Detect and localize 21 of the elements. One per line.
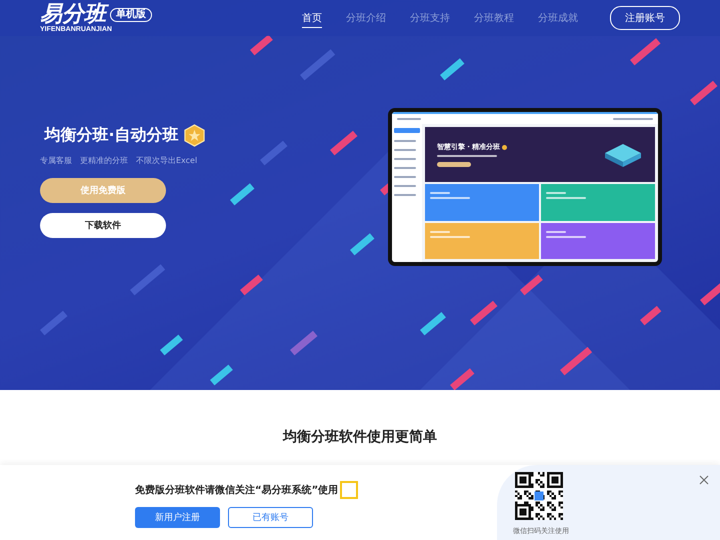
download-button[interactable]: 下载软件 <box>40 213 166 238</box>
section-heading: 均衡分班软件使用更简单 <box>282 428 438 446</box>
nav-link[interactable]: 分班支持 <box>410 8 450 28</box>
promo-message: 免费版分班软件请微信关注“易分班系统”使用 <box>135 483 338 497</box>
close-icon[interactable] <box>699 475 709 485</box>
highlight-frame <box>340 481 358 499</box>
nav-link[interactable]: 分班介绍 <box>346 8 386 28</box>
sidebar-button-shape <box>394 128 420 133</box>
nav-link[interactable]: 分班成就 <box>538 8 578 28</box>
feature-text: 不限次导出Excel <box>136 155 198 166</box>
star-medal-icon <box>182 124 206 147</box>
edition-badge: 单机版 <box>110 8 152 22</box>
login-button[interactable]: 已有账号 <box>228 507 313 528</box>
feature-text: 更精准的分班 <box>80 155 128 166</box>
register-button[interactable]: 新用户注册 <box>135 507 220 528</box>
nav-link[interactable]: 首页 <box>302 8 322 28</box>
qr-code-drawing <box>515 472 563 520</box>
register-button[interactable]: 注册账号 <box>610 6 680 30</box>
nav-link[interactable]: 分班教程 <box>474 8 514 28</box>
hero-title: 均衡分班·自动分班 <box>44 125 179 146</box>
feature-text: 专属客服 <box>40 155 72 166</box>
